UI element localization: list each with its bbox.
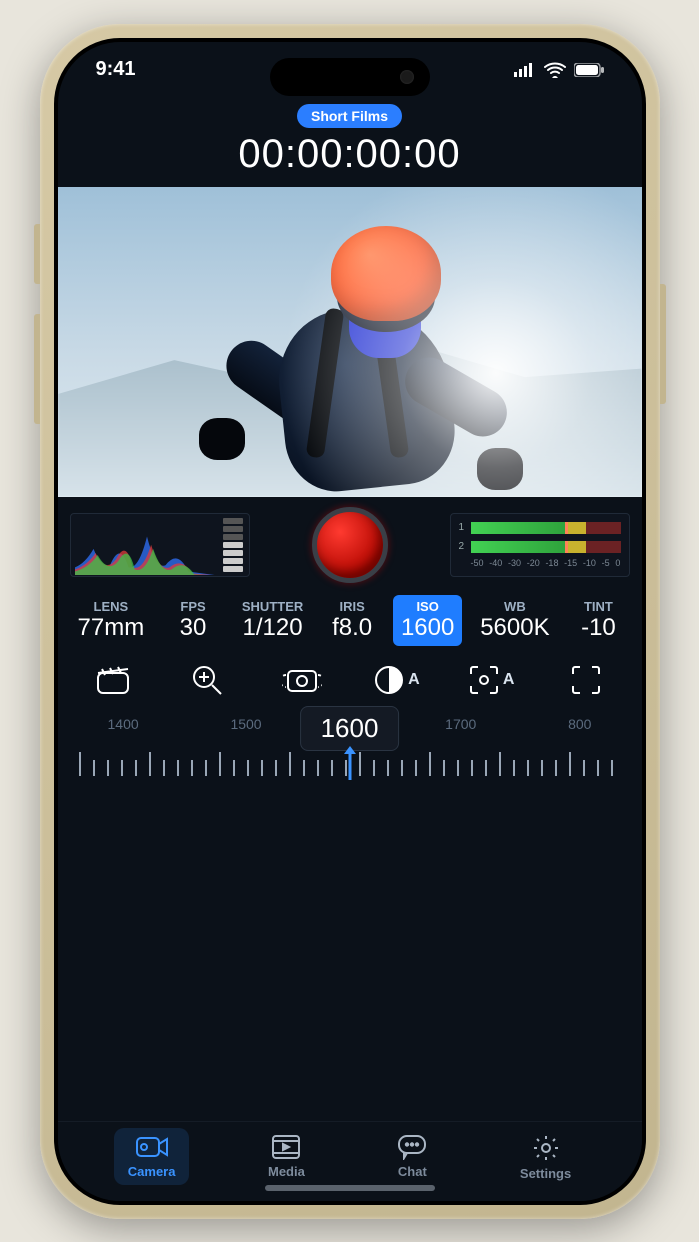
tool-row: A A [58,650,642,704]
status-time: 9:41 [96,58,136,81]
wifi-icon [544,62,566,78]
param-iso[interactable]: ISO1600 [393,595,462,646]
fullscreen-icon[interactable] [551,665,621,695]
tab-label: Chat [398,1164,427,1179]
cellular-icon [514,63,536,77]
focus-auto-icon[interactable]: A [457,665,527,695]
battery-icon [574,63,604,77]
param-fps[interactable]: FPS30 [162,595,224,646]
slate-icon[interactable] [78,665,148,695]
record-button[interactable] [312,507,388,583]
param-wb[interactable]: WB5600K [472,595,557,646]
histogram-scope[interactable] [70,513,250,577]
screen: 9:41 Short Films 00:00:00:00 [54,38,646,1205]
ruler-value: 1600 [300,706,400,751]
camera-viewfinder[interactable] [58,187,642,497]
param-lens[interactable]: LENS77mm [70,595,153,646]
ruler-label: 1500 [230,716,261,732]
ruler-label: 800 [568,716,591,732]
zoom-icon[interactable] [172,664,242,696]
project-pill[interactable]: Short Films [297,104,402,128]
iso-dial[interactable]: 1400 1500 1700 800 1600 [58,710,642,780]
tab-label: Settings [520,1166,571,1181]
tab-media[interactable]: Media [254,1128,319,1185]
tab-settings[interactable]: Settings [506,1128,585,1187]
param-iris[interactable]: IRISf8.0 [321,595,383,646]
param-shutter[interactable]: SHUTTER1/120 [234,595,311,646]
param-tint[interactable]: TINT-10 [567,595,629,646]
tab-camera[interactable]: Camera [114,1128,190,1185]
tab-chat[interactable]: Chat [383,1128,441,1185]
audio-meters[interactable]: 1 2 -50 -40 -30 -20 -18 -15 -10 -5 0 [450,513,630,577]
exposure-auto-icon[interactable]: A [362,665,432,695]
dynamic-island [270,58,430,96]
camera-params: LENS77mm FPS30 SHUTTER1/120 IRISf8.0 ISO… [58,585,642,650]
tab-label: Media [268,1164,305,1179]
home-indicator[interactable] [265,1185,435,1191]
ruler-pointer-icon [342,746,358,785]
timecode: 00:00:00:00 [238,132,460,177]
ruler-label: 1700 [445,716,476,732]
ruler-label: 1400 [108,716,139,732]
phone-frame: 9:41 Short Films 00:00:00:00 [40,24,660,1219]
lens-switch-icon[interactable] [267,665,337,695]
tab-label: Camera [128,1164,176,1179]
